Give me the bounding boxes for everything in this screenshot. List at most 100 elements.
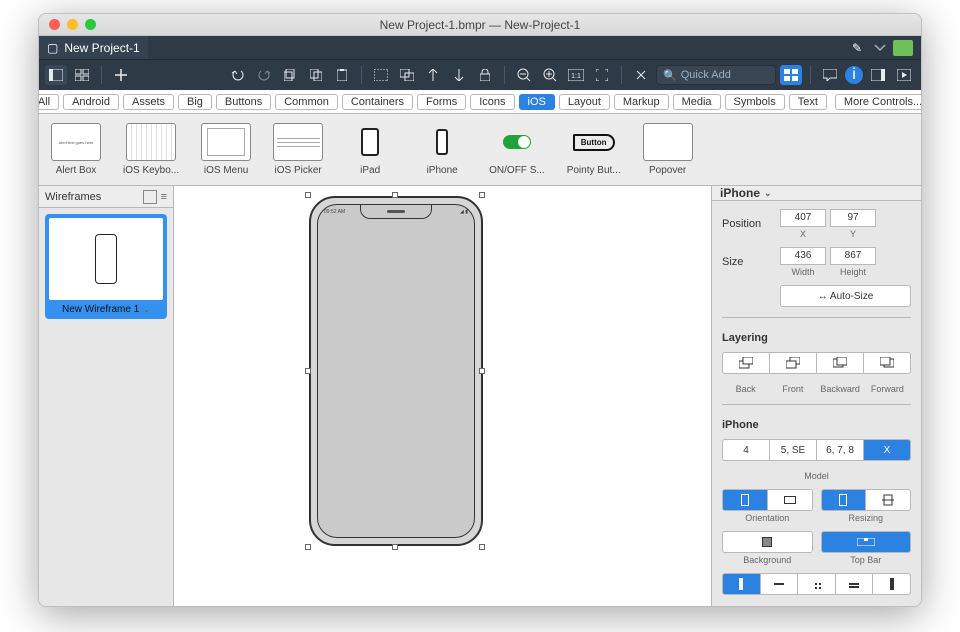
lock-button[interactable] [474, 65, 496, 85]
model-option-X[interactable]: X [864, 440, 910, 460]
resizing-option-1[interactable] [822, 490, 867, 510]
sidebar-toggle-button[interactable] [45, 65, 67, 85]
gallery-item-label: iOS Picker [275, 165, 322, 176]
thumbnail-view-icon[interactable] [143, 190, 157, 204]
inspector-header[interactable]: iPhone ⌄ [712, 186, 921, 201]
copy-button[interactable] [279, 65, 301, 85]
position-y-input[interactable]: 97 [830, 209, 876, 227]
pattern-option-4[interactable] [836, 574, 874, 594]
category-symbols[interactable]: Symbols [725, 94, 785, 110]
chevron-down-icon[interactable]: ⌄ [143, 305, 150, 314]
gallery-item-popover[interactable]: Popover [643, 123, 693, 176]
zoom-window-button[interactable] [85, 19, 96, 30]
group-button[interactable] [370, 65, 392, 85]
redo-button[interactable] [253, 65, 275, 85]
position-label: Position [722, 218, 776, 230]
size-height-input[interactable]: 867 [830, 247, 876, 265]
ungroup-button[interactable] [396, 65, 418, 85]
pattern-option-5[interactable] [873, 574, 910, 594]
zoom-out-button[interactable] [513, 65, 535, 85]
category-big[interactable]: Big [178, 94, 212, 110]
resize-handle-br[interactable] [479, 544, 485, 550]
resize-handle-tl[interactable] [305, 192, 311, 198]
resize-handle-tc[interactable] [392, 192, 398, 198]
resize-handle-ml[interactable] [305, 368, 311, 374]
category-text[interactable]: Text [789, 94, 827, 110]
model-option-4[interactable]: 4 [723, 440, 770, 460]
category-forms[interactable]: Forms [417, 94, 466, 110]
gallery-item-alert[interactable]: Alert text goes hereAlert Box [51, 123, 101, 176]
gallery-item-pointy[interactable]: ButtonPointy But... [567, 123, 621, 176]
minimize-window-button[interactable] [67, 19, 78, 30]
orientation-landscape[interactable] [768, 490, 812, 510]
auto-size-button[interactable]: ↔ Auto-Size [780, 285, 911, 307]
ui-library-toggle[interactable] [780, 65, 802, 85]
size-width-input[interactable]: 436 [780, 247, 826, 265]
send-backward-button[interactable] [817, 353, 864, 373]
add-button[interactable] [110, 65, 132, 85]
resizing-option-2[interactable] [866, 490, 910, 510]
wireframe-item[interactable]: New Wireframe 1 ⌄ [45, 214, 167, 319]
resize-handle-bl[interactable] [305, 544, 311, 550]
canvas[interactable]: 09:52 AM ◢ ▮ [174, 186, 711, 606]
pattern-option-2[interactable] [761, 574, 799, 594]
close-window-button[interactable] [49, 19, 60, 30]
category-assets[interactable]: Assets [123, 94, 174, 110]
resize-handle-bc[interactable] [392, 544, 398, 550]
topbar-option[interactable] [822, 532, 911, 552]
topbar-selector [821, 531, 912, 553]
pattern-option-1[interactable] [723, 574, 761, 594]
gallery-item-menu[interactable]: iOS Menu [201, 123, 251, 176]
category-layout[interactable]: Layout [559, 94, 610, 110]
gallery-item-keyboard[interactable]: iOS Keybo... [123, 123, 179, 176]
info-button[interactable]: i [845, 66, 863, 84]
background-option[interactable] [723, 532, 812, 552]
project-tab[interactable]: ▢ New Project-1 [39, 36, 148, 59]
send-to-back-button[interactable] [723, 353, 770, 373]
user-avatar[interactable] [893, 40, 913, 56]
undo-button[interactable] [227, 65, 249, 85]
grid-view-button[interactable] [71, 65, 93, 85]
eyedropper-icon[interactable]: ✎ [847, 40, 867, 56]
category-media[interactable]: Media [673, 94, 721, 110]
duplicate-button[interactable] [305, 65, 327, 85]
pattern-option-3[interactable] [798, 574, 836, 594]
chevron-down-icon[interactable] [873, 43, 887, 53]
wireframes-title: Wireframes [45, 191, 101, 203]
resize-handle-tr[interactable] [479, 192, 485, 198]
category-icons[interactable]: Icons [470, 94, 514, 110]
position-x-input[interactable]: 407 [780, 209, 826, 227]
fullscreen-present-button[interactable] [893, 65, 915, 85]
bring-to-front-button[interactable] [770, 353, 817, 373]
gallery-item-iphone[interactable]: iPhone [417, 123, 467, 176]
iphone-mockup[interactable]: 09:52 AM ◢ ▮ [309, 196, 483, 546]
model-option-5-SE[interactable]: 5, SE [770, 440, 817, 460]
orientation-portrait[interactable] [723, 490, 768, 510]
project-tab-label: New Project-1 [64, 41, 139, 55]
quick-add-search[interactable]: 🔍 Quick Add [656, 65, 776, 85]
gallery-item-toggle[interactable]: ON/OFF S... [489, 123, 545, 176]
bring-forward-button[interactable] [422, 65, 444, 85]
category-markup[interactable]: Markup [614, 94, 669, 110]
inspector-toggle-button[interactable] [867, 65, 889, 85]
paste-button[interactable] [331, 65, 353, 85]
model-option-6-7-8[interactable]: 6, 7, 8 [817, 440, 864, 460]
category-common[interactable]: Common [275, 94, 338, 110]
zoom-actual-button[interactable]: 1:1 [565, 65, 587, 85]
resize-handle-mr[interactable] [479, 368, 485, 374]
list-view-icon[interactable]: ≡ [161, 191, 167, 203]
more-controls-button[interactable]: More Controls... [835, 94, 922, 110]
bring-forward-button[interactable] [864, 353, 910, 373]
gallery-item-picker[interactable]: iOS Picker [273, 123, 323, 176]
category-buttons[interactable]: Buttons [216, 94, 271, 110]
comments-button[interactable] [819, 65, 841, 85]
gallery-item-ipad[interactable]: iPad [345, 123, 395, 176]
zoom-in-button[interactable] [539, 65, 561, 85]
category-all[interactable]: All [38, 94, 59, 110]
category-containers[interactable]: Containers [342, 94, 413, 110]
category-ios[interactable]: iOS [519, 94, 555, 110]
category-android[interactable]: Android [63, 94, 119, 110]
markup-toggle-button[interactable] [630, 65, 652, 85]
zoom-fit-button[interactable] [591, 65, 613, 85]
send-backward-button[interactable] [448, 65, 470, 85]
